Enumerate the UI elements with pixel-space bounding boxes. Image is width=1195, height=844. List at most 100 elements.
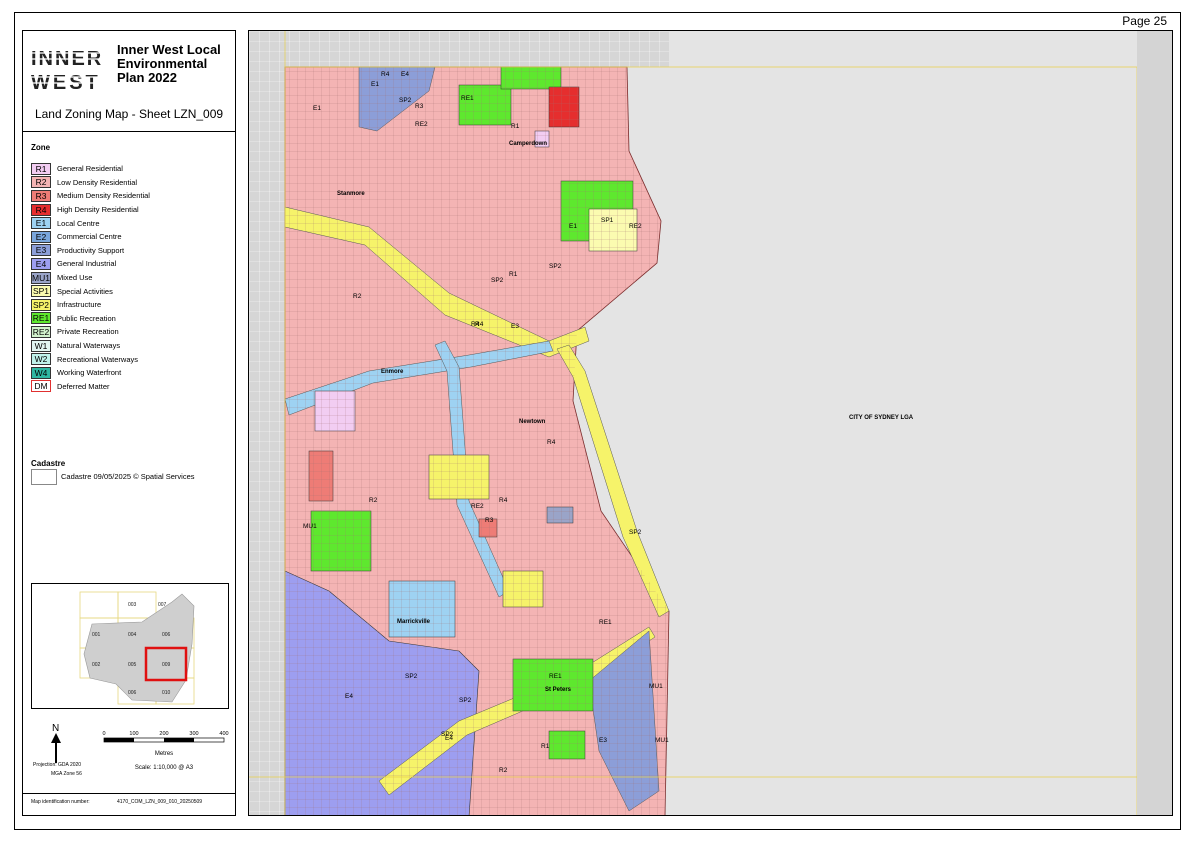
divider [23,131,235,132]
zoning-map-canvas [249,31,1172,815]
legend-label-dm: Deferred Matter [57,381,110,391]
legend-swatch-w4: W4 [31,366,51,379]
legend-swatch-sp2: SP2 [31,298,51,311]
scale-tick-300: 300 [189,731,198,737]
key-map: 003 007 001 004 006 002 005 009 006 010 [31,583,229,709]
zone-label: SP2 [459,697,472,704]
scale-tick-200: 200 [159,731,168,737]
legend-swatch-re2: RE2 [31,325,51,338]
place-marrickville: Marrickville [397,619,431,625]
legend-row-r3: R3 Medium Density Residential [31,189,150,203]
legend-row-r2: R2 Low Density Residential [31,176,150,190]
zone-label: R4 [547,439,556,446]
legend-label-sp2: Infrastructure [57,300,102,310]
keymap-sheet-003: 003 [128,602,137,608]
scale-unit: Metres [154,751,174,757]
zone-label: E1 [371,81,379,88]
keymap-sheet-001: 001 [92,632,101,638]
keymap-sheet-007: 007 [158,602,167,608]
zone-label: RE2 [471,503,484,510]
legend-label-re1: Public Recreation [57,313,116,323]
zone-label: SP1 [601,217,614,224]
legend-swatch-r1: R1 [31,162,51,175]
sheet-title: Land Zoning Map - Sheet LZN_009 [34,107,224,121]
legend-row-e4: E4 General Industrial [31,257,150,271]
zone-label: RE1 [549,673,562,680]
keymap-sheet-009: 009 [162,662,171,668]
place-camperdown: Camperdown [509,141,548,147]
legend-row-r4: R4 High Density Residential [31,203,150,217]
legend-swatch-dm: DM [31,380,51,393]
map-id-value: 4170_COM_LZN_009_010_20250509 [117,799,203,805]
legend-heading: Zone [31,143,51,152]
place-newtown: Newtown [519,419,546,425]
lga-label: CITY OF SYDNEY LGA [849,415,914,421]
legend-row-mu1: MU1 Mixed Use [31,271,150,285]
zone-label: R4 [499,497,508,504]
zone-label: R3 [415,103,424,110]
zone-label: MU1 [649,683,663,690]
zone-label: RE1 [461,95,474,102]
keymap-sheet-006b: 006 [128,690,137,696]
legend-row-dm: DM Deferred Matter [31,380,150,394]
legend-label-r1: General Residential [57,164,123,174]
zone-label: R2 [369,497,378,504]
legend-swatch-sp1: SP1 [31,285,51,298]
zone-label: SP2 [629,529,642,536]
cadastre-heading: Cadastre [31,459,66,468]
place-st-peters: St Peters [545,687,572,693]
scale-ratio: Scale: 1:10,000 @ A3 [134,765,194,771]
zone-legend: R1 General Residential R2 Low Density Resid… [31,162,150,393]
cadastre-label: Cadastre 09/05/2025 © Spatial Services [61,472,195,481]
zone-label: R3 [485,517,494,524]
legend-swatch-w1: W1 [31,339,51,352]
zoning-map[interactable]: Camperdown Stanmore Enmore Newtown Marri… [248,30,1173,816]
legend-label-w1: Natural Waterways [57,341,121,351]
scale-tick-0: 0 [102,731,105,737]
place-stanmore: Stanmore [337,191,365,197]
legend-label-r4: High Density Residential [57,205,139,215]
mga-zone-label: MGA Zone 56 [51,771,82,777]
zone-label: RE1 [599,619,612,626]
zone-label: E3 [599,737,607,744]
legend-label-r2: Low Density Residential [57,177,138,187]
zone-label: E4 [401,71,409,78]
keymap-sheet-006: 006 [162,632,171,638]
zone-label: MU1 [303,523,317,530]
legend-row-w2: W2 Recreational Waterways [31,352,150,366]
keymap-sheet-010: 010 [162,690,171,696]
legend-label-e3: Productivity Support [57,245,125,255]
legend-label-mu1: Mixed Use [57,273,93,283]
zone-label: R1 [509,271,518,278]
zone-label: E1 [313,105,321,112]
legend-row-w4: W4 Working Waterfront [31,366,150,380]
legend-swatch-r3: R3 [31,189,51,202]
legend-row-e3: E3 Productivity Support [31,244,150,258]
legend-row-sp1: SP1 Special Activities [31,284,150,298]
zone-label: SP2 [405,673,418,680]
legend-label-sp1: Special Activities [57,286,113,296]
zone-label: R1 [541,743,550,750]
page-number: Page 25 [1122,14,1167,28]
scale-tick-400: 400 [219,731,228,737]
cadastre-swatch [31,469,57,485]
keymap-sheet-004: 004 [128,632,137,638]
zone-label: RE2 [629,223,642,230]
plan-title: Inner West Local Environmental Plan 2022 [117,42,221,85]
legend-row-w1: W1 Natural Waterways [31,339,150,353]
legend-label-r3: Medium Density Residential [57,191,150,201]
legend-label-e4: General Industrial [57,259,117,269]
zone-label: SP2 [441,731,454,738]
legend-swatch-r4: R4 [31,203,51,216]
keymap-sheet-005: 005 [128,662,137,668]
legend-label-e2: Commercial Centre [57,232,122,242]
legend-row-sp2: SP2 Infrastructure [31,298,150,312]
zone-label: RE2 [415,121,428,128]
scale-tick-100: 100 [129,731,138,737]
legend-label-e1: Local Centre [57,218,100,228]
legend-swatch-mu1: MU1 [31,271,51,284]
inner-west-logo: INNER WEST [31,48,107,93]
legend-swatch-w2: W2 [31,353,51,366]
zone-label: SP2 [399,97,412,104]
zone-label: SP2 [491,277,504,284]
